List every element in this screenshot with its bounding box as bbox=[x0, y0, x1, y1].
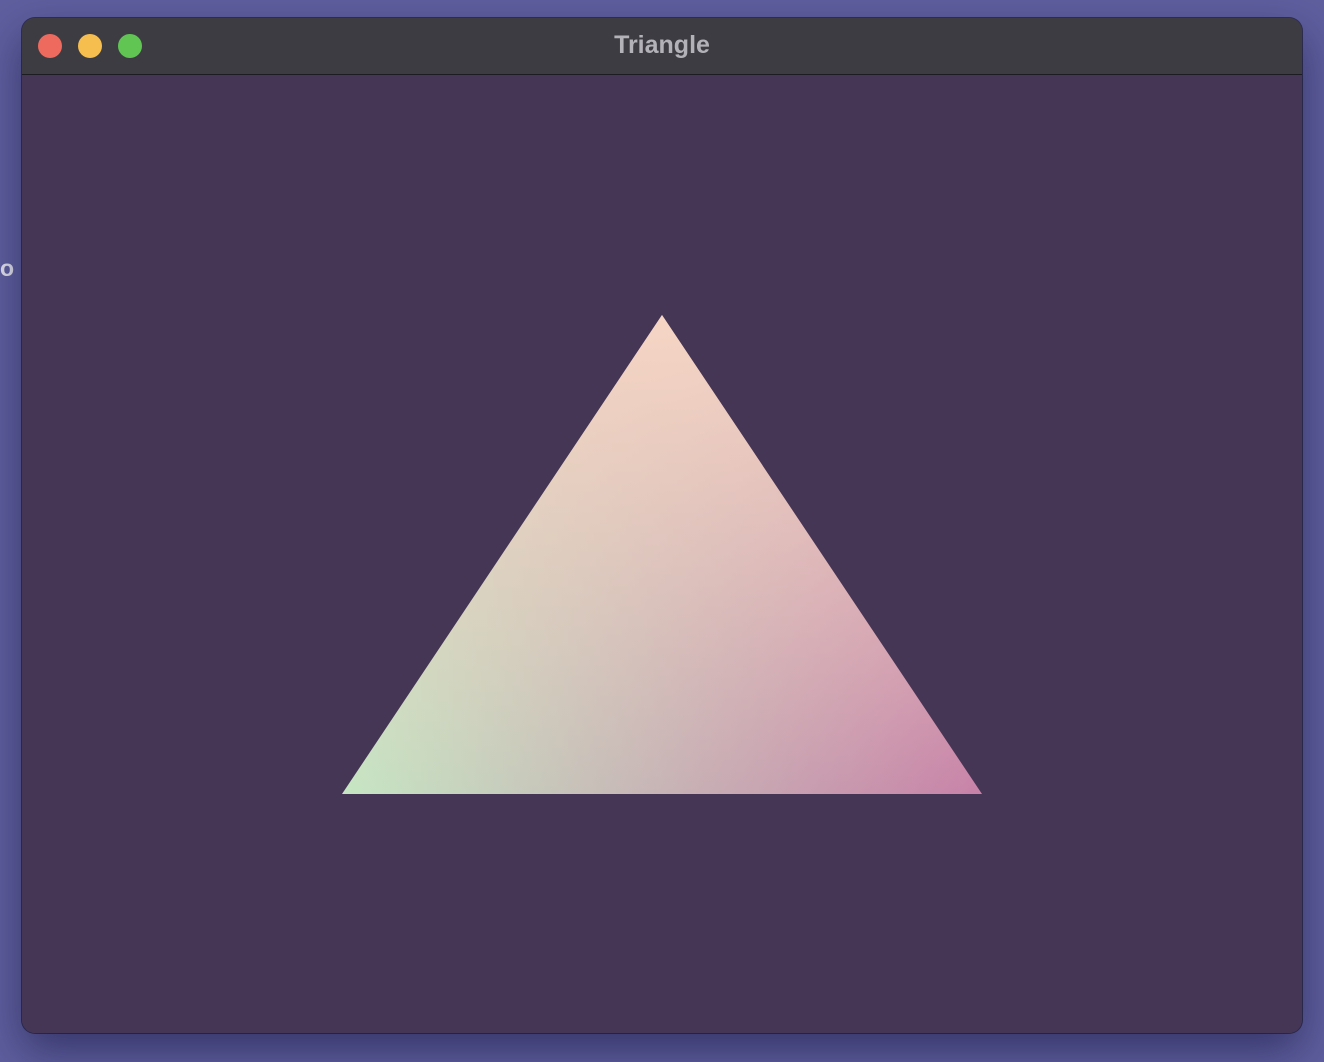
triangle-render bbox=[342, 315, 982, 794]
title-bar[interactable]: Triangle bbox=[22, 18, 1302, 75]
desktop-edge-glyph: o bbox=[0, 255, 15, 281]
triangle-top-blend bbox=[342, 315, 982, 794]
render-canvas bbox=[22, 75, 1302, 1033]
window-title: Triangle bbox=[614, 31, 710, 59]
app-window: Triangle bbox=[22, 18, 1302, 1033]
